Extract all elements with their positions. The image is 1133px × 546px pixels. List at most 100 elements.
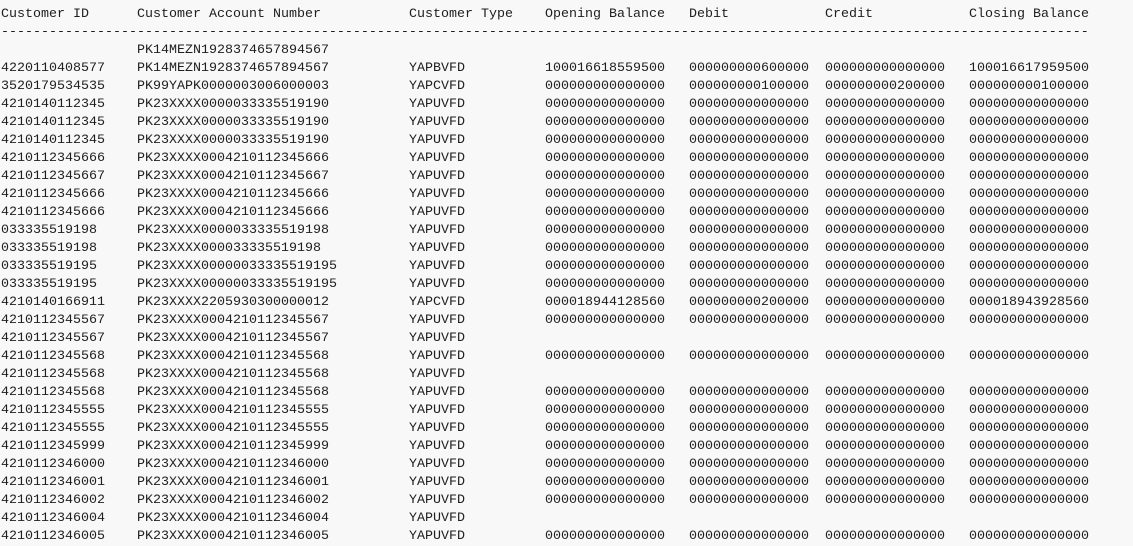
table-row: 4210112346002 PK23XXXX0004210112346002 YAP…	[1, 492, 1090, 510]
cell-customer-type: YAPBVFD	[409, 61, 465, 76]
cell-customer-id: 4210112345666	[1, 205, 105, 220]
cell-debit: 000000000100000	[689, 79, 809, 94]
header-customer-id: Customer ID	[1, 7, 89, 22]
header-account-number: Customer Account Number	[137, 7, 321, 22]
cell-customer-type: YAPUVFD	[409, 151, 465, 166]
cell-debit: 000000000000000	[689, 385, 809, 400]
cell-account-number: PK23XXXX0004210112345555	[137, 403, 329, 418]
report-rows: PK14MEZN1928374657894567 4220110408577 PK1…	[1, 42, 1090, 546]
cell-credit: 000000000000000	[825, 277, 945, 292]
table-row: 033335519195 PK23XXXX00000033335519195 YAP…	[1, 276, 1090, 294]
cell-customer-id: 033335519198	[1, 241, 97, 256]
cell-customer-id: 4210112345568	[1, 367, 105, 382]
cell-account-number: PK23XXXX0004210112345568	[137, 385, 329, 400]
cell-opening-balance: 000000000000000	[545, 493, 665, 508]
cell-closing-balance: 000000000000000	[969, 277, 1089, 292]
cell-credit: 000000000000000	[825, 241, 945, 256]
cell-credit: 000000000000000	[825, 61, 945, 76]
cell-account-number: PK23XXXX0004210112345568	[137, 349, 329, 364]
cell-opening-balance: 000000000000000	[545, 277, 665, 292]
header-separator: ----------------------------------------…	[1, 25, 1090, 40]
cell-closing-balance: 000000000000000	[969, 97, 1089, 112]
cell-customer-id: 033335519198	[1, 223, 97, 238]
table-row: 4210112346001 PK23XXXX0004210112346001 YAP…	[1, 474, 1090, 492]
cell-account-number: PK23XXXX0004210112346005	[137, 529, 329, 544]
cell-opening-balance: 100016618559500	[545, 61, 665, 76]
cell-credit: 000000000000000	[825, 223, 945, 238]
cell-customer-id: 4210112346002	[1, 493, 105, 508]
table-row: 4210112345555 PK23XXXX0004210112345555 YAP…	[1, 420, 1090, 438]
cell-customer-type: YAPUVFD	[409, 529, 465, 544]
cell-debit: 000000000000000	[689, 241, 809, 256]
table-row: 4210112345666 PK23XXXX0004210112345666 YAP…	[1, 186, 1090, 204]
cell-closing-balance: 000000000000000	[969, 349, 1089, 364]
table-row: 033335519198 PK23XXXX0000033335519198 YAPU…	[1, 222, 1090, 240]
cell-opening-balance: 000000000000000	[545, 169, 665, 184]
cell-customer-id: 4210112345567	[1, 331, 105, 346]
cell-customer-type: YAPUVFD	[409, 349, 465, 364]
table-row: 4210140112345 PK23XXXX0000033335519190 YAP…	[1, 132, 1090, 150]
cell-customer-type: YAPUVFD	[409, 367, 465, 382]
table-row: 4210112345555 PK23XXXX0004210112345555 YAP…	[1, 402, 1090, 420]
cell-debit: 000000000000000	[689, 205, 809, 220]
table-row: 4210140112345 PK23XXXX0000033335519190 YAP…	[1, 114, 1090, 132]
cell-customer-type: YAPUVFD	[409, 187, 465, 202]
cell-debit: 000000000600000	[689, 61, 809, 76]
cell-closing-balance: 000000000000000	[969, 151, 1089, 166]
cell-debit: 000000000000000	[689, 259, 809, 274]
cell-closing-balance: 000000000000000	[969, 313, 1089, 328]
table-row: 4210140112345 PK23XXXX0000033335519190 YAP…	[1, 96, 1090, 114]
table-row: 4210112345568 PK23XXXX0004210112345568 YAP…	[1, 348, 1090, 366]
cell-customer-id: 4210140166911	[1, 295, 105, 310]
table-row: 033335519195 PK23XXXX00000033335519195 YAP…	[1, 258, 1090, 276]
table-row: 4210112345667 PK23XXXX0004210112345667 YAP…	[1, 168, 1090, 186]
cell-credit: 000000000000000	[825, 475, 945, 490]
cell-closing-balance: 000000000000000	[969, 223, 1089, 238]
cell-customer-id: 4210112345555	[1, 421, 105, 436]
cell-closing-balance: 000000000000000	[969, 259, 1089, 274]
cell-closing-balance: 000000000000000	[969, 115, 1089, 130]
cell-debit: 000000000000000	[689, 403, 809, 418]
cell-customer-type: YAPUVFD	[409, 259, 465, 274]
table-row: 4210112345999 PK23XXXX0004210112345999 YAP…	[1, 438, 1090, 456]
table-row: 4210112346004 PK23XXXX0004210112346004 YAP…	[1, 510, 1090, 528]
cell-customer-id: 033335519195	[1, 259, 97, 274]
header-customer-type: Customer Type	[409, 7, 513, 22]
table-row: 4210112345568 PK23XXXX0004210112345568 YAP…	[1, 366, 1090, 384]
cell-credit: 000000000000000	[825, 349, 945, 364]
cell-customer-type: YAPCVFD	[409, 79, 465, 94]
cell-closing-balance: 000000000000000	[969, 169, 1089, 184]
table-row: 4210112345567 PK23XXXX0004210112345567 YAP…	[1, 330, 1090, 348]
cell-customer-type: YAPUVFD	[409, 331, 465, 346]
cell-account-number: PK23XXXX0004210112345567	[137, 313, 329, 328]
cell-opening-balance: 000000000000000	[545, 115, 665, 130]
cell-customer-id: 4210112346005	[1, 529, 105, 544]
cell-opening-balance: 000000000000000	[545, 439, 665, 454]
cell-customer-type: YAPUVFD	[409, 421, 465, 436]
cell-opening-balance: 000000000000000	[545, 385, 665, 400]
cell-customer-id: 4210112345666	[1, 187, 105, 202]
cell-credit: 000000000000000	[825, 421, 945, 436]
cell-credit: 000000000000000	[825, 403, 945, 418]
cell-customer-id: 4210112345555	[1, 403, 105, 418]
cell-closing-balance: 000000000000000	[969, 421, 1089, 436]
cell-closing-balance: 000000000000000	[969, 493, 1089, 508]
table-row: PK14MEZN1928374657894567	[1, 42, 1090, 60]
cell-opening-balance: 000000000000000	[545, 349, 665, 364]
cell-closing-balance: 000000000000000	[969, 241, 1089, 256]
cell-closing-balance: 000000000000000	[969, 529, 1089, 544]
cell-customer-id: 4210112346000	[1, 457, 105, 472]
table-row: 4210112345666 PK23XXXX0004210112345666 YAP…	[1, 204, 1090, 222]
cell-account-number: PK23XXXX0004210112346002	[137, 493, 329, 508]
cell-opening-balance: 000000000000000	[545, 313, 665, 328]
cell-account-number: PK23XXXX0004210112345999	[137, 439, 329, 454]
cell-opening-balance: 000000000000000	[545, 223, 665, 238]
cell-closing-balance: 000000000000000	[969, 205, 1089, 220]
cell-account-number: PK23XXXX0004210112345666	[137, 151, 329, 166]
cell-debit: 000000000000000	[689, 439, 809, 454]
cell-customer-type: YAPUVFD	[409, 511, 465, 526]
cell-credit: 000000000000000	[825, 187, 945, 202]
cell-debit: 000000000000000	[689, 349, 809, 364]
cell-debit: 000000000000000	[689, 493, 809, 508]
table-row: 033335519198 PK23XXXX000033335519198 YAPUV…	[1, 240, 1090, 258]
